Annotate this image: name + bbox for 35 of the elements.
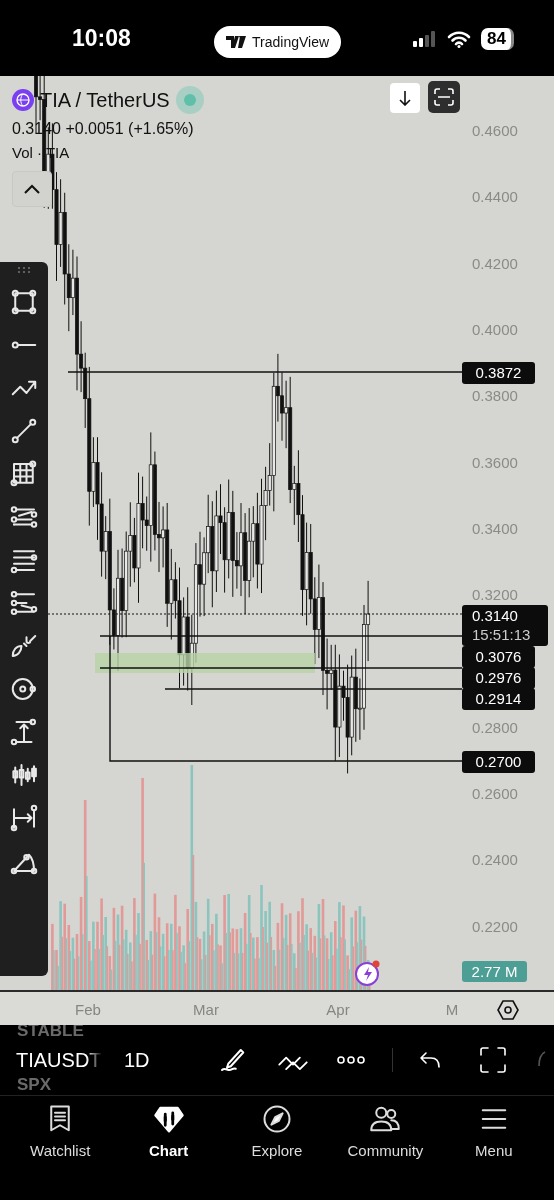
price-axis-label: 0.2800 [472,718,518,736]
price-axis-label: 0.4200 [472,254,518,272]
price-level-label: 0.3872 [462,362,535,384]
time-axis-label: Apr [325,1001,351,1018]
nav-tab[interactable]: Chart [114,1096,223,1200]
price-level-label: 0.3076 [462,646,535,668]
price-level-label: 0.2914 [462,688,535,710]
price-axis-label: 0.3400 [472,519,518,537]
battery-indicator: 84 [481,28,514,50]
price-axis-label: 0.2400 [472,851,518,869]
price-level-label: 0.2700 [462,751,535,773]
price-axis-label: 0.3200 [472,586,518,604]
price-axis-label: 0.3600 [472,453,518,471]
price-axis-label: 0.4600 [472,122,518,139]
last-price-label: 0.3140 15:51:13 [462,605,548,646]
nav-tab[interactable]: Watchlist [6,1096,115,1200]
price-axis-label: 0.4400 [472,188,518,206]
watchlist-symbol[interactable]: SPX [17,1075,52,1095]
volume-value-label: 2.77 M [462,961,527,982]
price-axis-label: 0.3800 [472,387,518,405]
time-axis-label: Mar [192,1001,220,1018]
interval-selector[interactable]: 1D [124,1048,150,1072]
nav-tab[interactable]: Explore [222,1096,332,1200]
price-level-label: 0.2976 [462,667,535,689]
time-axis-label: Feb [74,1001,102,1018]
nav-tab[interactable]: Community [331,1096,440,1200]
time-axis-label: M [444,1001,460,1018]
app-pill[interactable]: TradingView [214,26,342,58]
price-axis-label: 0.2600 [472,785,518,802]
watchlist-symbol[interactable]: STABLE [17,1025,84,1041]
symbol-selector[interactable]: TIAUSDT [16,1048,104,1072]
price-axis-label: 0.4000 [472,320,518,338]
status-time: 10:08 [72,24,132,52]
nav-tab[interactable]: Menu [439,1096,549,1200]
price-axis-label: 0.2200 [472,917,518,935]
